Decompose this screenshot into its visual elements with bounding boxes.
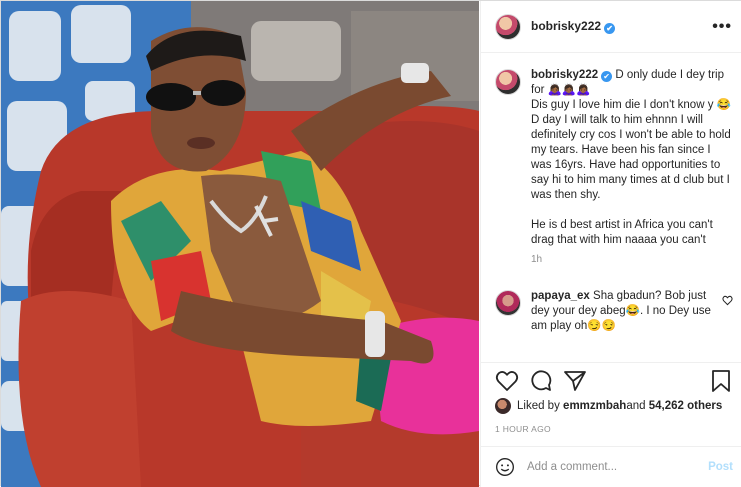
smiley-icon[interactable] — [495, 457, 515, 477]
likes-count[interactable]: 54,262 others — [649, 400, 723, 412]
caption-text-2: Dis guy I love him die I don't know y 😂 — [531, 99, 731, 111]
likes-summary: Liked by emmzmbah and 54,262 others — [495, 398, 722, 414]
avatar[interactable] — [495, 13, 521, 40]
heart-icon — [722, 295, 733, 306]
comment-username[interactable]: papaya_ex — [531, 290, 590, 302]
comment-body: papaya_ex Sha gbadun? Bob just dey your … — [531, 289, 718, 334]
comment-input[interactable]: Add a comment... — [527, 461, 708, 473]
comment-icon[interactable] — [529, 369, 553, 393]
instagram-post: bobrisky222 ✔ ••• bobrisky222 ✔ D only dud… — [0, 0, 741, 487]
share-icon[interactable] — [563, 369, 587, 393]
avatar[interactable] — [495, 69, 521, 95]
caption-text-4: He is d best artist in Africa you can't … — [531, 219, 713, 246]
bookmark-icon[interactable] — [709, 369, 733, 393]
post-image — [1, 1, 479, 487]
avatar[interactable] — [495, 398, 511, 414]
heart-icon[interactable] — [495, 369, 519, 393]
likes-prefix: Liked by — [517, 400, 560, 412]
post-timestamp[interactable]: 1 HOUR AGO — [495, 424, 551, 434]
author-username-text[interactable]: bobrisky222 — [531, 19, 601, 33]
caption-username[interactable]: bobrisky222 — [531, 69, 598, 81]
comments-list[interactable]: bobrisky222 ✔ D only dude I dey trip for … — [481, 54, 741, 362]
caption-body: bobrisky222 ✔ D only dude I dey trip for … — [531, 68, 733, 267]
post-button[interactable]: Post — [708, 461, 733, 473]
post-header: bobrisky222 ✔ ••• — [481, 1, 741, 53]
comment-item: papaya_ex Sha gbadun? Bob just dey your … — [495, 289, 733, 334]
post-details-panel: bobrisky222 ✔ ••• bobrisky222 ✔ D only dud… — [480, 1, 741, 487]
verified-badge-icon: ✔ — [601, 71, 613, 82]
caption-first-line: bobrisky222 ✔ D only dude I dey trip for … — [531, 68, 733, 98]
action-bar — [481, 362, 741, 398]
likes-and: and — [626, 400, 646, 412]
author-username[interactable]: bobrisky222 ✔ — [531, 19, 616, 34]
verified-badge-icon: ✔ — [604, 23, 616, 34]
caption-comment: bobrisky222 ✔ D only dude I dey trip for … — [495, 68, 733, 267]
comment-like-heart-icon[interactable] — [718, 289, 733, 309]
likes-user[interactable]: emmzmbah — [563, 400, 626, 412]
post-photo[interactable] — [1, 1, 479, 487]
avatar[interactable] — [495, 290, 521, 316]
more-options-icon[interactable]: ••• — [712, 18, 732, 36]
add-comment-bar: Add a comment... Post — [481, 446, 741, 487]
caption-text-3: D day I will talk to him ehnnn I will de… — [531, 114, 731, 201]
caption-time[interactable]: 1h — [531, 252, 733, 267]
